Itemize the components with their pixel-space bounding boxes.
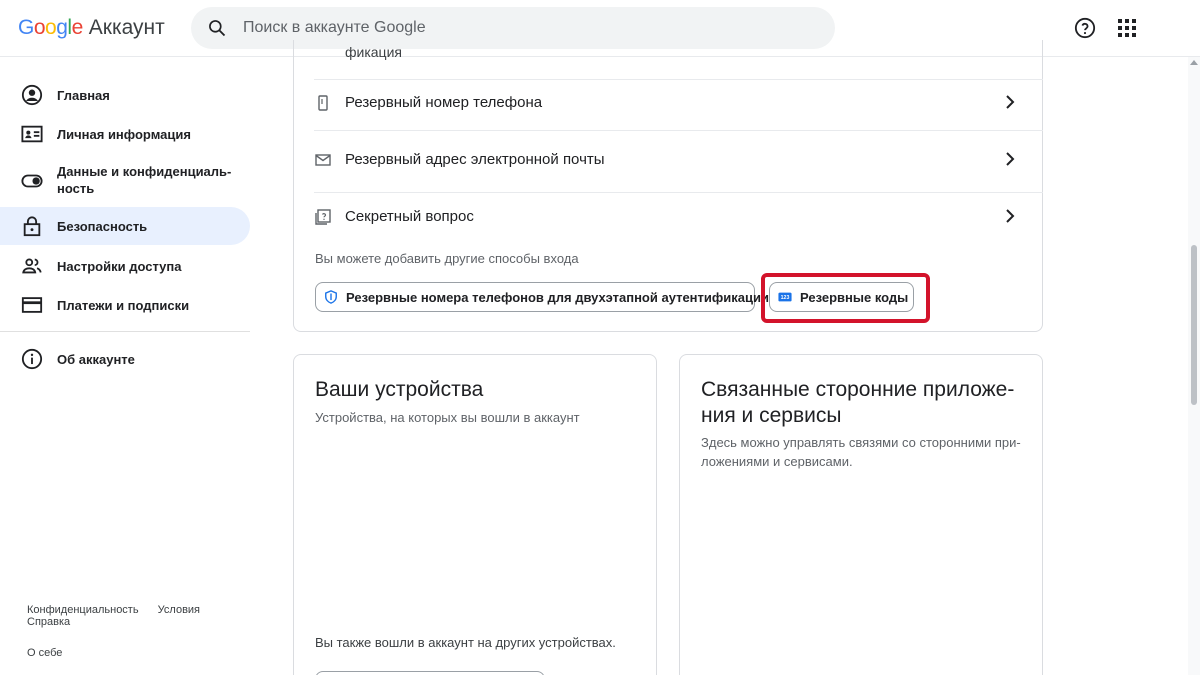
google-wordmark: Google [18, 16, 83, 39]
third-party-apps-card[interactable]: Связанные сторонние приложе-ния и сервис… [679, 354, 1043, 675]
credit-card-icon [21, 297, 43, 313]
sidebar-item-label: Об аккаунте [57, 352, 135, 367]
secret-question-row[interactable]: Секретный вопрос [293, 191, 1043, 247]
sidebar-item-label: Настройки доступа [57, 259, 182, 274]
sidebar-item-security[interactable]: Безопасность [0, 207, 250, 245]
mail-icon [315, 154, 331, 166]
sidebar-item-home[interactable]: Главная [0, 81, 250, 109]
cut-off-text: фикация [345, 44, 402, 60]
manage-devices-button[interactable] [315, 671, 545, 675]
sidebar-item-label: Личная информация [57, 127, 191, 142]
apps-grid-icon[interactable] [1117, 18, 1137, 38]
shield-icon [325, 290, 337, 304]
sidebar-item-label: Безопасность [57, 219, 148, 234]
other-methods-hint: Вы можете добавить другие способы входа [315, 251, 579, 266]
about-link[interactable]: О себе [27, 647, 62, 659]
scroll-up-arrow-icon[interactable] [1190, 60, 1198, 65]
chevron-right-icon [1006, 152, 1015, 166]
sidebar-item-about[interactable]: Об аккаунте [0, 345, 250, 373]
devices-card[interactable]: Ваши устройства Устройства, на которых в… [293, 354, 657, 675]
footer-links-secondary: О себе [27, 647, 78, 659]
product-name: Аккаунт [88, 16, 165, 39]
question-box-icon [315, 209, 331, 225]
backup-phones-2fa-chip[interactable]: Резервные номера телефонов для двухэтапн… [315, 282, 769, 312]
sidebar-item-label: Платежи и подписки [57, 298, 190, 313]
row-divider [314, 130, 1043, 131]
card-title: Связанные сторонние приложе-ния и сервис… [701, 378, 1015, 427]
sidebar-item-personal-info[interactable]: Личная информация [0, 120, 250, 148]
devices-footer-text: Вы также вошли в аккаунт на других устро… [315, 635, 616, 650]
chevron-right-icon [1006, 209, 1015, 223]
row-label: Секретный вопрос [345, 208, 474, 225]
recovery-phone-row[interactable]: Резервный номер телефона [293, 77, 1043, 133]
lock-icon [23, 216, 41, 237]
sidebar-item-label: Главная [57, 88, 110, 103]
chip-label: Резервные номера телефонов для двухэтапн… [346, 290, 769, 305]
account-circle-icon [21, 84, 43, 106]
card-subtitle: Устройства, на которых вы вошли в аккаун… [315, 410, 580, 425]
id-card-icon [21, 125, 43, 143]
sidebar-divider [0, 331, 250, 332]
help-circle-icon[interactable] [1074, 17, 1096, 39]
recovery-email-row[interactable]: Резервный адрес электронной почты [293, 134, 1043, 190]
search-icon[interactable] [207, 18, 227, 38]
people-icon [22, 258, 42, 274]
toggle-icon [21, 174, 43, 188]
privacy-link[interactable]: Конфиденциальность [27, 604, 139, 616]
chevron-right-icon [1006, 95, 1015, 109]
sidebar-item-payments[interactable]: Платежи и подписки [0, 291, 250, 319]
card-title: Ваши устройства [315, 378, 484, 401]
help-link[interactable]: Справка [27, 616, 70, 628]
row-label: Резервный номер телефона [345, 94, 543, 111]
scrollbar-thumb[interactable] [1191, 245, 1197, 405]
sidebar-item-label: Данные и конфиденциаль-ность [57, 164, 232, 196]
sidebar: Главная Личная информация Данные и конфи… [0, 57, 260, 675]
phone-icon [318, 95, 328, 111]
terms-link[interactable]: Условия [158, 604, 200, 616]
info-icon [21, 348, 43, 370]
card-subtitle: Здесь можно управлять связями со сторонн… [701, 435, 1021, 469]
highlight-frame [761, 273, 930, 323]
footer-links: Конфиденциальность Условия Справка [27, 604, 260, 628]
sidebar-item-data-privacy[interactable]: Данные и конфиденциаль-ность [0, 159, 250, 203]
google-account-logo[interactable]: Google Аккаунт [18, 16, 165, 40]
sidebar-item-sharing[interactable]: Настройки доступа [0, 252, 250, 280]
row-label: Резервный адрес электронной почты [345, 151, 605, 168]
